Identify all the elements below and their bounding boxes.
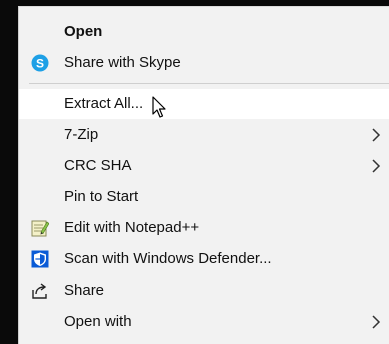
menu-item-7-zip[interactable]: 7-Zip <box>19 120 389 150</box>
menu-item-label: 7-Zip <box>64 126 99 143</box>
chevron-right-icon <box>369 127 383 143</box>
menu-item-label: CRC SHA <box>64 157 132 174</box>
menu-item-label: Open with <box>64 313 132 330</box>
notepad-plus-plus-icon <box>31 219 50 237</box>
menu-separator <box>29 83 389 84</box>
menu-item-edit-with-notepad-plus-plus[interactable]: Edit with Notepad++ <box>19 213 389 243</box>
menu-item-scan-with-windows-defender[interactable]: Scan with Windows Defender... <box>19 244 389 274</box>
menu-item-label: Share with Skype <box>64 54 181 71</box>
menu-item-extract-all[interactable]: Extract All... <box>19 89 389 119</box>
menu-item-share-with-skype[interactable]: S Share with Skype <box>19 48 389 78</box>
menu-item-label: Extract All... <box>64 95 144 112</box>
menu-item-label: Edit with Notepad++ <box>64 219 200 236</box>
mouse-pointer-icon <box>152 96 168 120</box>
share-icon <box>31 282 49 300</box>
menu-item-pin-to-start[interactable]: Pin to Start <box>19 182 389 212</box>
windows-defender-shield-icon <box>31 250 49 268</box>
chevron-right-icon <box>369 158 383 174</box>
menu-item-label: Pin to Start <box>64 188 139 205</box>
menu-item-share[interactable]: Share <box>19 276 389 306</box>
menu-item-label: Open <box>64 23 103 40</box>
menu-item-open[interactable]: Open <box>19 17 389 47</box>
chevron-right-icon <box>369 314 383 330</box>
menu-item-label: Share <box>64 282 105 299</box>
skype-icon: S <box>31 54 49 72</box>
svg-text:S: S <box>36 56 44 70</box>
context-menu: Open S Share with Skype Extract All... 7… <box>18 6 389 344</box>
menu-item-label: Scan with Windows Defender... <box>64 250 272 267</box>
menu-item-crc-sha[interactable]: CRC SHA <box>19 151 389 181</box>
menu-item-open-with[interactable]: Open with <box>19 307 389 337</box>
